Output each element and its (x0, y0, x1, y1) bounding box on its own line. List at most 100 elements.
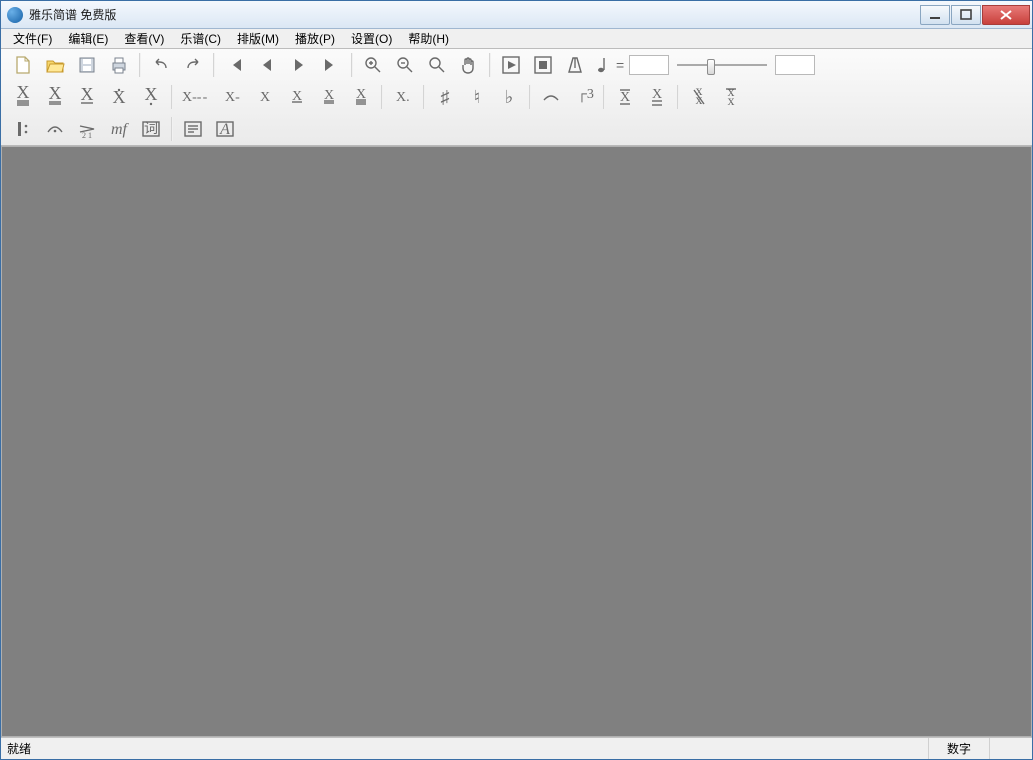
dot-note-button[interactable]: X. (388, 83, 418, 111)
redo-icon (182, 54, 204, 76)
new-button[interactable] (8, 51, 38, 79)
svg-text:X: X (652, 87, 662, 102)
text-block-button[interactable] (178, 115, 208, 143)
next-page-button[interactable] (284, 51, 314, 79)
app-window: 雅乐简谱 免费版 文件(F) 编辑(E) 查看(V) 乐谱(C) 排版(M) 播… (0, 0, 1033, 760)
zoom-in-icon (362, 54, 384, 76)
open-button[interactable] (40, 51, 70, 79)
menu-file[interactable]: 文件(F) (5, 28, 60, 49)
sharp-button[interactable]: ♯ (430, 83, 460, 111)
svg-text:X-- -: X-- - (182, 90, 208, 105)
slider-track (677, 64, 767, 66)
zoom-fit-button[interactable] (422, 51, 452, 79)
note-dur-3-button[interactable]: X (72, 83, 102, 111)
toolbars: = X X X X X X-- - X- X X X X X. ♯ (1, 49, 1032, 146)
last-page-icon (320, 54, 342, 76)
svg-text:X: X (81, 86, 94, 104)
menu-view[interactable]: 查看(V) (116, 28, 172, 49)
prev-page-button[interactable] (252, 51, 282, 79)
note-xdot-icon: X. (392, 86, 414, 108)
natural-button[interactable]: ♮ (462, 83, 492, 111)
sharp-icon: ♯ (434, 86, 456, 108)
rest-2-button[interactable]: X- (218, 83, 248, 111)
first-page-button[interactable] (220, 51, 250, 79)
first-page-icon (224, 54, 246, 76)
triplet-button[interactable]: ┌3┐ (568, 83, 598, 111)
menu-settings[interactable]: 设置(O) (343, 28, 400, 49)
chord-down-button[interactable]: xx (716, 83, 746, 111)
play-button[interactable] (496, 51, 526, 79)
last-page-button[interactable] (316, 51, 346, 79)
playback-slider[interactable] (677, 55, 767, 75)
redo-button[interactable] (178, 51, 208, 79)
pan-button[interactable] (454, 51, 484, 79)
print-button[interactable] (104, 51, 134, 79)
svg-text:X: X (620, 90, 630, 105)
rest-3-button[interactable]: X (250, 83, 280, 111)
slider-thumb[interactable] (707, 59, 715, 75)
fermata-button[interactable] (40, 115, 70, 143)
rest-4-button[interactable]: X (282, 83, 312, 111)
maximize-button[interactable] (951, 5, 981, 25)
menu-play[interactable]: 播放(P) (287, 28, 343, 49)
svg-text:X: X (145, 86, 158, 104)
svg-text:mf: mf (111, 121, 130, 138)
triplet-icon: ┌3┐ (572, 86, 594, 108)
svg-text:X-: X- (225, 90, 240, 105)
dynamics-button[interactable]: mf (104, 115, 134, 143)
dynamics-mf-icon: mf (108, 118, 130, 140)
note-dur-2-button[interactable]: X (40, 83, 70, 111)
menubar: 文件(F) 编辑(E) 查看(V) 乐谱(C) 排版(M) 播放(P) 设置(O… (1, 29, 1032, 49)
minimize-button[interactable] (920, 5, 950, 25)
svg-text:X.: X. (396, 90, 410, 105)
octave-up-button[interactable]: X (610, 83, 640, 111)
tempo-note-button[interactable] (592, 51, 612, 79)
menu-score[interactable]: 乐谱(C) (172, 28, 229, 49)
menu-edit[interactable]: 编辑(E) (60, 28, 116, 49)
rest-5-button[interactable]: X (314, 83, 344, 111)
chord-up-button[interactable]: xx (684, 83, 714, 111)
print-icon (108, 54, 130, 76)
svg-text:♭: ♭ (505, 87, 514, 107)
tie-button[interactable] (536, 83, 566, 111)
rest-1-button[interactable]: X-- - (178, 83, 216, 111)
note-dur-4-button[interactable]: X (104, 83, 134, 111)
menu-layout[interactable]: 排版(M) (229, 28, 287, 49)
stop-button[interactable] (528, 51, 558, 79)
save-icon (76, 54, 98, 76)
menu-help[interactable]: 帮助(H) (400, 28, 457, 49)
play-icon (500, 54, 522, 76)
svg-text:x: x (728, 94, 735, 108)
font-button[interactable]: A (210, 115, 240, 143)
zoom-in-button[interactable] (358, 51, 388, 79)
window-buttons (919, 5, 1030, 25)
chord-stack-icon: xx (720, 86, 742, 108)
tempo-equals-label: = (616, 57, 624, 73)
zoom-out-button[interactable] (390, 51, 420, 79)
quarter-note-icon (593, 54, 611, 76)
new-file-icon (12, 54, 34, 76)
close-button[interactable] (982, 5, 1030, 25)
next-page-icon (288, 54, 310, 76)
octave-down-button[interactable]: X (642, 83, 672, 111)
undo-button[interactable] (146, 51, 176, 79)
save-button[interactable] (72, 51, 102, 79)
toolbar-extra: 2 1 mf 词 A (1, 113, 1032, 145)
note-dur-5-button[interactable]: X (136, 83, 166, 111)
metronome-icon (564, 54, 586, 76)
rest-x3dash-icon: X-- - (180, 86, 214, 108)
volume-input[interactable] (775, 55, 815, 75)
metronome-button[interactable] (560, 51, 590, 79)
lyrics-button[interactable]: 词 (136, 115, 166, 143)
crescendo-button[interactable]: 2 1 (72, 115, 102, 143)
rest-x-1under-icon: X (286, 86, 308, 108)
tempo-input[interactable] (629, 55, 669, 75)
rest-6-button[interactable]: X (346, 83, 376, 111)
statusbar: 就绪 数字 (1, 737, 1032, 759)
barline-button[interactable] (8, 115, 38, 143)
note-x-2under-icon: X (44, 86, 66, 108)
note-dur-1-button[interactable]: X (8, 83, 38, 111)
flat-button[interactable]: ♭ (494, 83, 524, 111)
svg-text:词: 词 (144, 121, 158, 137)
fermata-icon (44, 118, 66, 140)
